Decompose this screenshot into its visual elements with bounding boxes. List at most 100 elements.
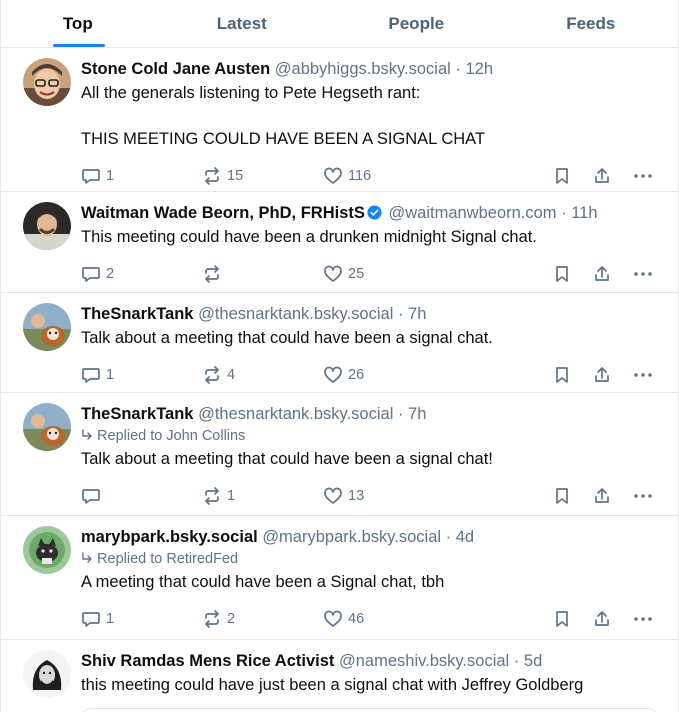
reply-context[interactable]: Replied to John Collins	[81, 427, 662, 446]
more-options-button[interactable]	[633, 616, 659, 622]
share-button[interactable]	[593, 265, 633, 283]
like-button[interactable]: 46	[323, 609, 553, 629]
like-count: 116	[348, 168, 372, 184]
reply-arrow-icon	[82, 552, 92, 563]
like-count: 46	[348, 611, 365, 627]
separator-dot: ·	[513, 652, 520, 670]
author-handle[interactable]: @abbyhiggs.bsky.social	[275, 60, 451, 78]
reply-button[interactable]: 2	[81, 264, 202, 284]
more-options-button[interactable]	[633, 173, 659, 179]
tab-label: Top	[62, 13, 93, 33]
post-time[interactable]: 7h	[408, 305, 426, 323]
post-actions: 1 4 26	[81, 358, 662, 392]
reply-button[interactable]: 1	[81, 166, 202, 186]
repost-count: 15	[227, 168, 244, 184]
tab-label: People	[388, 13, 445, 33]
repost-button[interactable]: 2	[202, 609, 323, 629]
post-time[interactable]: 4d	[456, 528, 474, 546]
repost-button[interactable]: 15	[202, 166, 323, 186]
post[interactable]: TheSnarkTank @thesnarktank.bsky.social ·…	[1, 293, 678, 393]
author-name[interactable]: marybpark.bsky.social	[81, 528, 258, 546]
post-time[interactable]: 12h	[465, 60, 493, 78]
separator-dot: ·	[455, 60, 461, 78]
author-handle[interactable]: @waitmanwbeorn.com	[388, 204, 556, 222]
author-name[interactable]: Stone Cold Jane Austen	[81, 60, 270, 78]
author-name[interactable]: Waitman Wade Beorn, PhD, FRHistS	[81, 204, 365, 222]
heart-icon	[324, 167, 342, 184]
heart-icon	[324, 487, 342, 504]
like-count: 13	[348, 488, 365, 504]
repost-button[interactable]: 1	[202, 486, 323, 506]
more-icon	[634, 494, 652, 498]
tab-feeds[interactable]: Feeds	[504, 0, 678, 47]
repost-count: 1	[227, 488, 236, 504]
like-button[interactable]: 26	[323, 365, 553, 385]
bookmark-icon	[556, 168, 568, 184]
avatar[interactable]	[23, 526, 71, 574]
reply-button[interactable]: 1	[81, 365, 202, 385]
more-options-button[interactable]	[633, 493, 659, 499]
post[interactable]: marybpark.bsky.social @marybpark.bsky.so…	[1, 516, 678, 640]
author-handle[interactable]: @nameshiv.bsky.social	[339, 652, 509, 670]
share-button[interactable]	[593, 610, 633, 628]
post-header: Shiv Ramdas Mens Rice Activist @nameshiv…	[81, 650, 662, 672]
share-button[interactable]	[593, 487, 633, 505]
post-time[interactable]: 11h	[571, 204, 597, 222]
author-name[interactable]: TheSnarkTank	[81, 405, 193, 423]
like-button[interactable]: 116	[323, 166, 553, 186]
post[interactable]: TheSnarkTank @thesnarktank.bsky.social ·…	[1, 393, 678, 516]
repost-button[interactable]: 4	[202, 365, 323, 385]
reply-button[interactable]: 1	[81, 609, 202, 629]
reply-icon	[82, 267, 100, 282]
tab-top[interactable]: Top	[1, 0, 155, 47]
repost-button[interactable]	[202, 264, 323, 284]
bookmark-button[interactable]	[553, 610, 593, 628]
reply-count: 1	[106, 611, 115, 627]
avatar[interactable]	[23, 650, 71, 698]
reply-icon	[82, 612, 100, 627]
author-handle[interactable]: @thesnarktank.bsky.social	[198, 305, 393, 323]
tab-label: Feeds	[566, 13, 616, 33]
post-text: All the generals listening to Pete Hegse…	[81, 84, 486, 148]
reply-context-label: Replied to RetiredFed	[97, 551, 239, 567]
post-time[interactable]: 7h	[408, 405, 426, 423]
verified-check-icon[interactable]	[367, 205, 382, 220]
like-count: 26	[348, 367, 365, 383]
quoted-post-card[interactable]	[81, 708, 658, 712]
like-button[interactable]: 25	[323, 264, 553, 284]
author-name[interactable]: Shiv Ramdas Mens Rice Activist	[81, 652, 334, 670]
repost-icon	[205, 366, 219, 384]
post-time[interactable]: 5d	[524, 652, 542, 670]
post[interactable]: Stone Cold Jane Austen @abbyhiggs.bsky.s…	[1, 48, 678, 192]
post-text: This meeting could have been a drunken m…	[81, 228, 537, 246]
author-handle[interactable]: @marybpark.bsky.social	[262, 528, 441, 546]
more-options-button[interactable]	[633, 271, 659, 277]
reply-count: 1	[106, 168, 115, 184]
bookmark-button[interactable]	[553, 487, 593, 505]
separator-dot: ·	[397, 305, 404, 323]
reply-context[interactable]: Replied to RetiredFed	[81, 550, 662, 569]
reply-button[interactable]	[81, 486, 202, 506]
tab-people[interactable]: People	[329, 0, 503, 47]
avatar[interactable]	[23, 202, 71, 250]
avatar[interactable]	[23, 58, 71, 106]
share-icon	[595, 168, 609, 183]
tab-latest[interactable]: Latest	[155, 0, 329, 47]
author-handle[interactable]: @thesnarktank.bsky.social	[198, 405, 393, 423]
bookmark-button[interactable]	[553, 366, 593, 384]
repost-icon	[205, 487, 219, 505]
avatar[interactable]	[23, 403, 71, 451]
more-options-button[interactable]	[633, 372, 659, 378]
post-header: Waitman Wade Beorn, PhD, FRHistS @waitma…	[81, 202, 662, 224]
like-button[interactable]: 13	[323, 486, 553, 506]
bookmark-button[interactable]	[553, 265, 593, 283]
reply-count: 1	[106, 367, 115, 383]
avatar[interactable]	[23, 303, 71, 351]
share-button[interactable]	[593, 167, 633, 185]
share-button[interactable]	[593, 366, 633, 384]
post[interactable]: Waitman Wade Beorn, PhD, FRHistS @waitma…	[1, 192, 678, 293]
bookmark-button[interactable]	[553, 167, 593, 185]
author-name[interactable]: TheSnarkTank	[81, 305, 193, 323]
post[interactable]: Shiv Ramdas Mens Rice Activist @nameshiv…	[1, 640, 678, 712]
separator-dot: ·	[561, 204, 567, 222]
